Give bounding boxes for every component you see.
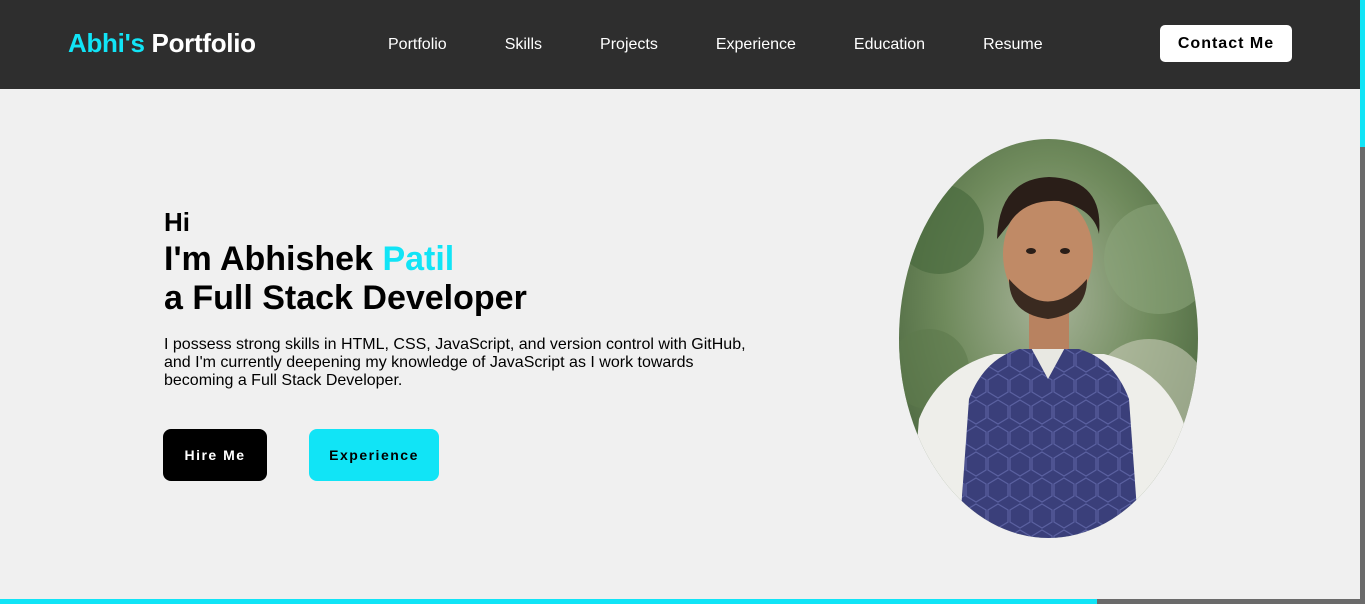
nav-link-resume[interactable]: Resume (983, 36, 1043, 54)
hero-greeting: Hi (164, 207, 190, 237)
hero-name: I'm Abhishek Patil (164, 240, 454, 279)
nav-link-portfolio[interactable]: Portfolio (388, 36, 447, 54)
nav-link-skills[interactable]: Skills (505, 36, 542, 54)
hero-role: a Full Stack Developer (164, 279, 527, 317)
navbar: Abhi's Portfolio Portfolio Skills Projec… (0, 0, 1360, 89)
contact-me-button[interactable]: Contact Me (1160, 25, 1292, 62)
bottom-accent-bar (0, 599, 1097, 604)
profile-photo (899, 139, 1198, 538)
nav-link-projects[interactable]: Projects (600, 36, 658, 54)
nav-links: Portfolio Skills Projects Experience Edu… (388, 36, 1101, 54)
experience-button[interactable]: Experience (309, 429, 439, 481)
hero-name-prefix: I'm Abhishek (164, 240, 373, 278)
hire-me-button[interactable]: Hire Me (163, 429, 267, 481)
brand-first: Abhi's (68, 28, 145, 58)
brand-logo[interactable]: Abhi's Portfolio (68, 28, 256, 59)
nav-link-education[interactable]: Education (854, 36, 925, 54)
hero-name-highlight: Patil (382, 240, 455, 278)
hero-intro: I possess strong skills in HTML, CSS, Ja… (164, 336, 746, 389)
bottom-bar-track (1097, 599, 1365, 604)
nav-link-experience[interactable]: Experience (716, 36, 796, 54)
brand-second: Portfolio (151, 28, 256, 58)
scrollbar-thumb[interactable] (1360, 0, 1365, 147)
